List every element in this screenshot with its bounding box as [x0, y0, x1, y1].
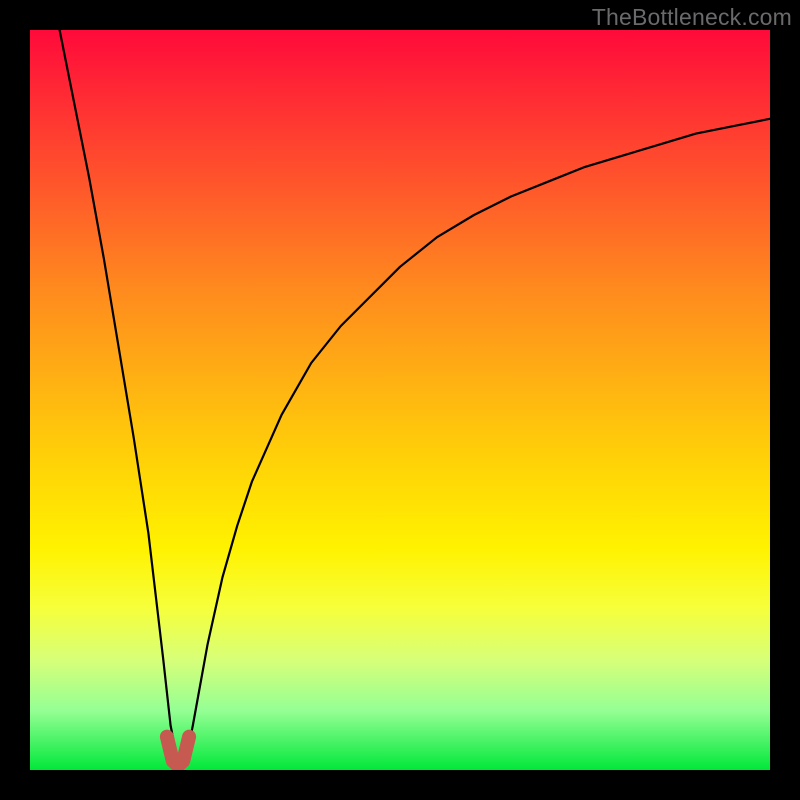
- chart-frame: TheBottleneck.com: [0, 0, 800, 800]
- bottleneck-curve: [60, 30, 770, 763]
- minimum-marker: [167, 737, 189, 766]
- watermark-text: TheBottleneck.com: [592, 4, 792, 31]
- plot-area: [30, 30, 770, 770]
- curve-svg: [30, 30, 770, 770]
